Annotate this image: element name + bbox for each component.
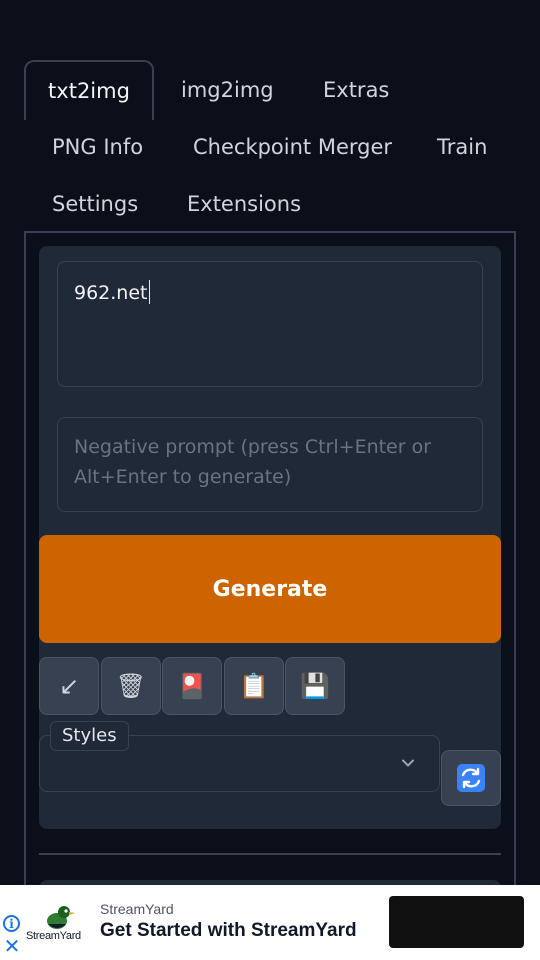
chevron-down-icon[interactable]	[401, 756, 415, 770]
tab-extras[interactable]: Extras	[323, 80, 389, 101]
generate-label: Generate	[212, 576, 328, 602]
generate-button[interactable]: Generate	[39, 535, 501, 643]
prompt-text: 962.net	[74, 282, 148, 304]
extra-networks-button[interactable]: 🎴	[162, 657, 222, 715]
tab-txt2img[interactable]: txt2img	[24, 60, 154, 120]
tab-bar: txt2img img2img Extras PNG Info Checkpoi…	[24, 60, 516, 232]
clipboard-icon: 📋	[239, 672, 269, 700]
prompt-input[interactable]: 962.net	[57, 261, 483, 387]
ad-logo-text: StreamYard	[26, 930, 81, 942]
apply-style-button[interactable]: 📋	[224, 657, 284, 715]
trash-icon: 🗑	[115, 672, 147, 700]
tab-img2img[interactable]: img2img	[181, 80, 274, 101]
refresh-styles-button[interactable]	[441, 750, 501, 806]
tab-png-info[interactable]: PNG Info	[52, 137, 143, 158]
refresh-icon	[457, 764, 485, 792]
tab-settings[interactable]: Settings	[52, 194, 138, 215]
section-divider	[39, 853, 501, 855]
text-caret	[148, 280, 150, 304]
styles-label: Styles	[50, 721, 129, 751]
arrow-down-left-icon: ↙	[58, 672, 80, 700]
negative-prompt-placeholder: Negative prompt (press Ctrl+Enter or Alt…	[74, 436, 432, 488]
red-card-icon: 🎴	[177, 672, 207, 700]
ad-brand: StreamYard	[100, 901, 174, 917]
ad-info-icon[interactable]: i	[3, 915, 20, 932]
paste-params-button[interactable]: ↙	[39, 657, 99, 715]
ad-headline[interactable]: Get Started with StreamYard	[100, 920, 357, 942]
negative-prompt-input[interactable]: Negative prompt (press Ctrl+Enter or Alt…	[57, 417, 483, 512]
clear-prompt-button[interactable]: 🗑	[101, 657, 161, 715]
tab-checkpoint-merger[interactable]: Checkpoint Merger	[193, 137, 392, 158]
save-style-button[interactable]: 💾	[285, 657, 345, 715]
ad-cta-button[interactable]	[389, 896, 524, 948]
floppy-disk-icon: 💾	[300, 672, 330, 700]
close-icon[interactable]: ✕	[3, 936, 21, 956]
tab-extensions[interactable]: Extensions	[187, 194, 301, 215]
tab-train[interactable]: Train	[437, 137, 487, 158]
